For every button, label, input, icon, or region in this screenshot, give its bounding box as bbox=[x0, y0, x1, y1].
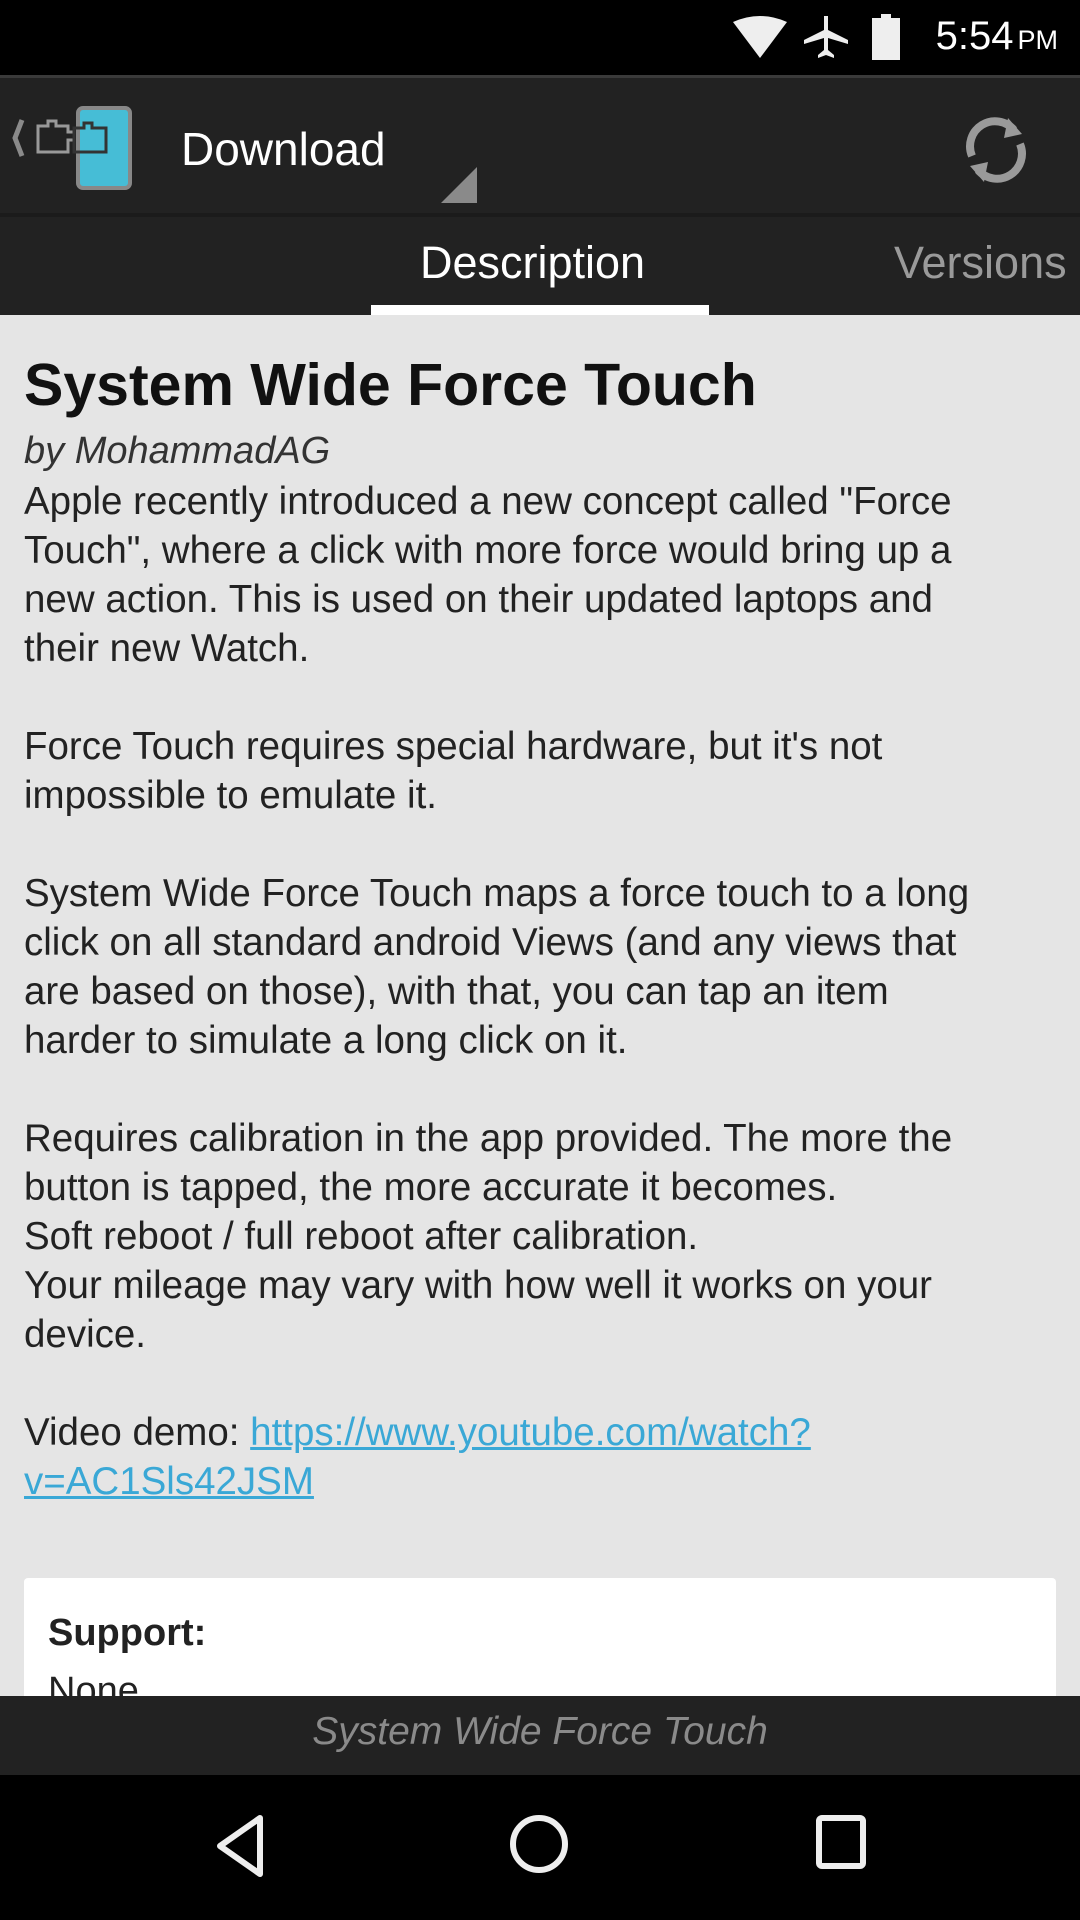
tab-indicator bbox=[371, 305, 709, 315]
app-home-button[interactable] bbox=[8, 106, 136, 190]
description-paragraph: Force Touch requires special hardware, b… bbox=[24, 722, 1064, 820]
paragraph-line: Touch", where a click with more force wo… bbox=[24, 529, 952, 572]
paragraph-line: Soft reboot / full reboot after calibrat… bbox=[24, 1215, 699, 1258]
paragraph-line: their new Watch. bbox=[24, 627, 310, 670]
paragraph-line: button is tapped, the more accurate it b… bbox=[24, 1166, 838, 1209]
back-icon[interactable] bbox=[212, 1813, 268, 1879]
home-icon[interactable] bbox=[508, 1813, 570, 1875]
paragraph-line: new action. This is used on their update… bbox=[24, 578, 933, 621]
toolbar: Download bbox=[0, 75, 1080, 213]
tab-description[interactable]: Description bbox=[420, 237, 645, 289]
video-label: Video demo: bbox=[24, 1411, 251, 1454]
time-text: 5:54 bbox=[935, 14, 1014, 58]
tab-bar: Description Versions bbox=[0, 213, 1080, 315]
paragraph-line: Force Touch requires special hardware, b… bbox=[24, 725, 883, 768]
paragraph-line: System Wide Force Touch maps a force tou… bbox=[24, 872, 970, 915]
refresh-icon[interactable] bbox=[958, 112, 1034, 188]
paragraph-line: harder to simulate a long click on it. bbox=[24, 1019, 628, 1062]
status-time: 5:54 PM bbox=[936, 14, 1058, 59]
battery-icon bbox=[872, 14, 900, 60]
support-label: Support: bbox=[48, 1612, 207, 1654]
paragraph-line: impossible to emulate it. bbox=[24, 774, 437, 817]
video-link-cont[interactable]: v=AC1Sls42JSM bbox=[24, 1460, 314, 1503]
footer-bar: System Wide Force Touch bbox=[0, 1696, 1080, 1775]
tab-versions[interactable]: Versions bbox=[894, 237, 1067, 289]
description-paragraph: System Wide Force Touch maps a force tou… bbox=[24, 869, 1064, 1065]
paragraph-line: Requires calibration in the app provided… bbox=[24, 1117, 953, 1160]
footer-text: System Wide Force Touch bbox=[312, 1710, 768, 1753]
module-author: by MohammadAG bbox=[24, 430, 331, 472]
module-title: System Wide Force Touch bbox=[24, 352, 757, 418]
paragraph-line: Apple recently introduced a new concept … bbox=[24, 480, 952, 523]
xposed-puzzle-icon bbox=[12, 106, 132, 190]
status-bar: 5:54 PM bbox=[0, 0, 1080, 75]
description-paragraph: Apple recently introduced a new concept … bbox=[24, 477, 1064, 673]
ampm-text: PM bbox=[1017, 25, 1059, 55]
wifi-icon bbox=[733, 16, 787, 58]
paragraph-line: are based on those), with that, you can … bbox=[24, 970, 889, 1013]
paragraph-line: device. bbox=[24, 1313, 146, 1356]
paragraph-line: Your mileage may vary with how well it w… bbox=[24, 1264, 932, 1307]
paragraph-line: click on all standard android Views (and… bbox=[24, 921, 957, 964]
navigation-bar bbox=[0, 1775, 1080, 1920]
description-paragraph: Requires calibration in the app provided… bbox=[24, 1114, 1064, 1359]
video-demo: Video demo: https://www.youtube.com/watc… bbox=[24, 1408, 1064, 1506]
toolbar-title[interactable]: Download bbox=[181, 122, 386, 176]
video-link[interactable]: https://www.youtube.com/watch? bbox=[250, 1411, 811, 1454]
recents-icon[interactable] bbox=[814, 1813, 870, 1871]
dropdown-triangle-icon[interactable] bbox=[441, 167, 477, 203]
module-description: System Wide Force Touch by MohammadAG Ap… bbox=[24, 345, 1064, 1555]
airplane-icon bbox=[804, 16, 848, 58]
